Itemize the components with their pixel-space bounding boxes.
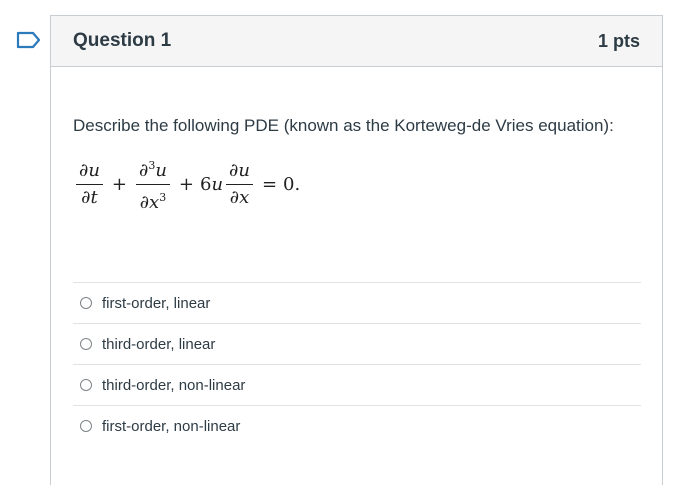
answer-option[interactable]: third-order, non-linear xyxy=(73,364,641,405)
radio-unchecked-icon[interactable] xyxy=(80,297,92,309)
radio-unchecked-icon[interactable] xyxy=(80,420,92,432)
bookmark-flag-icon[interactable] xyxy=(16,31,42,49)
fraction-d3u-dx3: ∂3u ∂x3 xyxy=(136,155,170,214)
question-card: Question 1 1 pts Describe the following … xyxy=(50,15,663,485)
fraction-du-dt: ∂u ∂t xyxy=(76,160,103,209)
answer-list: first-order, linear third-order, linear … xyxy=(73,282,641,446)
answer-option[interactable]: first-order, linear xyxy=(73,282,641,323)
radio-unchecked-icon[interactable] xyxy=(80,379,92,391)
fraction-du-dx: ∂u ∂x xyxy=(226,160,253,209)
radio-unchecked-icon[interactable] xyxy=(80,338,92,350)
question-text: Describe the following PDE (known as the… xyxy=(73,116,614,135)
answer-label: first-order, linear xyxy=(102,294,211,312)
question-title: Question 1 xyxy=(73,30,172,51)
answer-label: third-order, non-linear xyxy=(102,376,246,394)
answer-option[interactable]: first-order, non-linear xyxy=(73,405,641,446)
answer-option[interactable]: third-order, linear xyxy=(73,323,641,364)
kdv-equation: ∂u ∂t + ∂3u ∂x3 +6 u ∂u ∂x = 0. xyxy=(73,149,300,219)
question-points: 1 pts xyxy=(597,30,640,51)
answer-label: third-order, linear xyxy=(102,335,216,353)
question-header: Question 1 1 pts xyxy=(51,16,662,67)
answer-label: first-order, non-linear xyxy=(102,417,241,435)
